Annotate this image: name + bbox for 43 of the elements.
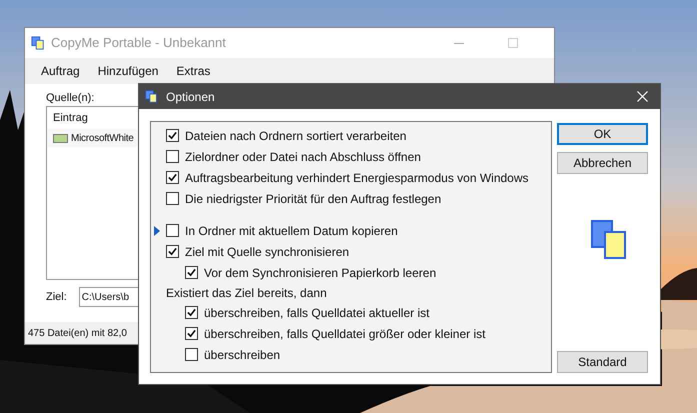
menu-item[interactable]: Hinzufügen <box>90 62 166 80</box>
option-label: Vor dem Synchronisieren Papierkorb leeren <box>204 264 436 282</box>
checkbox[interactable] <box>185 266 198 279</box>
checkbox[interactable] <box>166 192 179 205</box>
check-icon <box>187 268 196 277</box>
sources-label: Quelle(n): <box>46 91 94 106</box>
dialog-button[interactable]: Abbrechen <box>557 152 648 174</box>
reset-button[interactable]: Standard <box>557 351 648 373</box>
check-icon <box>168 173 177 182</box>
app-logo-icon <box>145 90 158 103</box>
option-label: Zielordner oder Datei nach Abschluss öffnen <box>185 148 421 166</box>
status-text: 475 Datei(en) mit 82,0 <box>28 326 127 340</box>
target-label: Ziel: <box>46 290 67 305</box>
option-label: Auftragsbearbeitung verhindert Energiesparmodus von Windows <box>185 170 529 186</box>
option-label: Ziel mit Quelle synchronisieren <box>185 244 350 260</box>
check-icon <box>168 131 177 140</box>
column-header: Eintrag <box>52 110 89 126</box>
checkbox[interactable] <box>166 224 179 237</box>
checkbox[interactable] <box>166 171 179 184</box>
option-label: überschreiben <box>204 346 280 364</box>
option-label: Die niedrigster Priorität für den Auftrag festlegen <box>185 190 442 208</box>
checkbox[interactable] <box>166 150 179 163</box>
checkbox[interactable] <box>185 348 198 361</box>
option-label: überschreiben, falls Quelldatei aktueller ist <box>204 304 430 322</box>
check-icon <box>187 329 196 338</box>
check-icon <box>168 247 177 256</box>
checkbox[interactable] <box>166 245 179 258</box>
app-logo-icon <box>31 36 45 50</box>
checkbox[interactable] <box>185 327 198 340</box>
app-logo-icon <box>590 220 626 260</box>
menu-item[interactable]: Extras <box>168 62 218 80</box>
close-icon[interactable] <box>637 91 648 102</box>
option-label: überschreiben, falls Quelldatei größer oder kleiner ist <box>204 326 486 342</box>
checkbox[interactable] <box>166 129 179 142</box>
dialog-title: Optionen <box>166 88 215 106</box>
dialog-button[interactable]: OK <box>557 123 648 145</box>
option-label: In Ordner mit aktuellem Datum kopieren <box>185 222 398 240</box>
option-label: Dateien nach Ordnern sortiert verarbeiten <box>185 128 406 144</box>
check-icon <box>187 308 196 317</box>
window-title: CopyMe Portable - Unbekannt <box>51 34 226 52</box>
menu-item[interactable]: Auftrag <box>33 62 88 80</box>
section-label: Existiert das Ziel bereits, dann <box>166 284 327 302</box>
checkbox[interactable] <box>185 306 198 319</box>
